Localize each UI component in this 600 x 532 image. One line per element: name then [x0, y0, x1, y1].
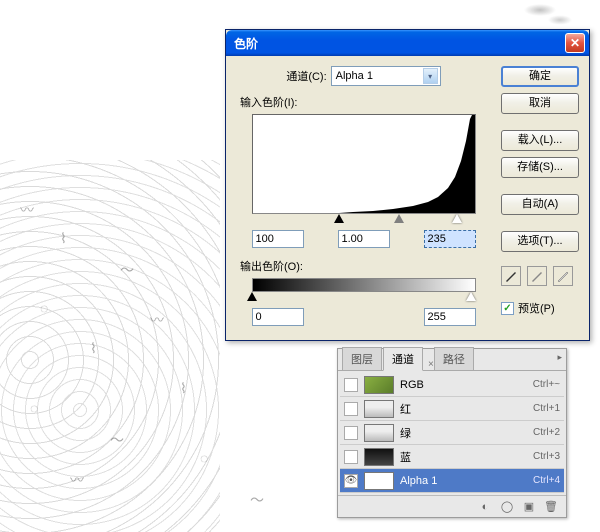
options-button[interactable]: 选项(T)...: [501, 231, 579, 252]
output-black-field[interactable]: [252, 308, 304, 326]
levels-dialog: 色阶 ✕ 通道(C): Alpha 1 ▾ 输入色阶(I):: [225, 29, 590, 341]
load-button[interactable]: 载入(L)...: [501, 130, 579, 151]
channel-row-green[interactable]: 绿 Ctrl+2: [340, 421, 564, 445]
channel-row-red[interactable]: 红 Ctrl+1: [340, 397, 564, 421]
auto-button[interactable]: 自动(A): [501, 194, 579, 215]
white-point-handle[interactable]: [452, 214, 462, 223]
input-slider[interactable]: [252, 214, 476, 226]
eye-icon: 👁: [345, 475, 358, 486]
new-channel-icon[interactable]: ▣: [520, 499, 538, 515]
save-selection-icon[interactable]: ◯: [498, 499, 516, 515]
channel-select[interactable]: Alpha 1 ▾: [331, 66, 441, 86]
visibility-toggle[interactable]: [344, 402, 358, 416]
visibility-toggle[interactable]: [344, 378, 358, 392]
visibility-toggle[interactable]: 👁: [344, 474, 358, 488]
black-point-handle[interactable]: [334, 214, 344, 223]
tab-paths[interactable]: 路径: [434, 347, 474, 370]
chevron-down-icon: ▾: [423, 68, 438, 84]
preview-label: 预览(P): [518, 300, 555, 316]
close-icon[interactable]: ✕: [565, 33, 585, 53]
channel-row-alpha1[interactable]: 👁 Alpha 1 Ctrl+4: [340, 469, 564, 493]
channel-thumb: [364, 448, 394, 466]
channel-thumb: [364, 400, 394, 418]
tab-layers[interactable]: 图层: [342, 347, 382, 370]
save-button[interactable]: 存储(S)...: [501, 157, 579, 178]
input-white-field[interactable]: [424, 230, 476, 248]
output-slider[interactable]: [252, 292, 476, 304]
ok-button[interactable]: 确定: [501, 66, 579, 87]
output-black-handle[interactable]: [247, 292, 257, 301]
visibility-toggle[interactable]: [344, 426, 358, 440]
black-eyedropper-icon[interactable]: [501, 266, 521, 286]
titlebar[interactable]: 色阶 ✕: [226, 30, 589, 56]
gray-eyedropper-icon[interactable]: [527, 266, 547, 286]
panel-tabs: 图层 通道 × 路径 ▸: [338, 349, 566, 371]
channel-value: Alpha 1: [336, 70, 373, 82]
channel-list: RGB Ctrl+~ 红 Ctrl+1 绿 Ctrl+2 蓝 Ctrl+3 👁 …: [338, 371, 566, 495]
channels-panel: 图层 通道 × 路径 ▸ RGB Ctrl+~ 红 Ctrl+1 绿 Ctrl+…: [337, 348, 567, 518]
channel-row-blue[interactable]: 蓝 Ctrl+3: [340, 445, 564, 469]
output-white-handle[interactable]: [466, 292, 476, 301]
channel-label: 通道(C):: [286, 68, 326, 84]
channel-row-rgb[interactable]: RGB Ctrl+~: [340, 373, 564, 397]
channel-thumb: [364, 424, 394, 442]
white-eyedropper-icon[interactable]: [553, 266, 573, 286]
output-gradient: [252, 278, 476, 292]
output-levels-label: 输出色阶(O):: [240, 258, 491, 274]
gamma-handle[interactable]: [394, 214, 404, 223]
input-levels-label: 输入色阶(I):: [240, 94, 491, 110]
histogram: [252, 114, 476, 214]
preview-checkbox[interactable]: ✓: [501, 302, 514, 315]
load-selection-icon[interactable]: ◐: [476, 499, 494, 515]
tab-channels[interactable]: 通道: [383, 347, 423, 371]
input-black-field[interactable]: [252, 230, 304, 248]
panel-footer: ◐ ◯ ▣ 🗑: [338, 495, 566, 517]
visibility-toggle[interactable]: [344, 450, 358, 464]
channel-thumb: [364, 376, 394, 394]
cancel-button[interactable]: 取消: [501, 93, 579, 114]
input-gamma-field[interactable]: [338, 230, 390, 248]
channel-thumb: [364, 472, 394, 490]
panel-menu-icon[interactable]: ▸: [557, 352, 562, 363]
dialog-title: 色阶: [230, 35, 258, 52]
delete-icon[interactable]: 🗑: [542, 499, 560, 515]
output-white-field[interactable]: [424, 308, 476, 326]
